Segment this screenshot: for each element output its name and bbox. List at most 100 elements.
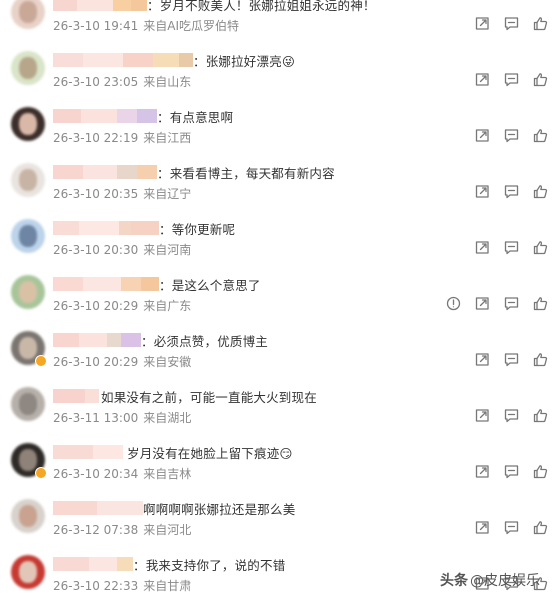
avatar[interactable] (11, 555, 45, 589)
comment-date: 26-3-10 20:35 (53, 187, 139, 201)
comment-meta: 26-3-12 07:38 来自河北 (53, 521, 191, 538)
comment-actions (461, 184, 548, 199)
comment-row: ：有点意思啊 26-3-10 22:19 来自江西 (0, 98, 554, 154)
comment-date: 26-3-10 22:33 (53, 579, 139, 593)
repost-icon[interactable] (475, 520, 490, 535)
report-icon[interactable] (446, 296, 461, 311)
repost-icon[interactable] (475, 16, 490, 31)
comment-row: ：必须点赞，优质博主 26-3-10 20:29 来自安徽 (0, 322, 554, 378)
avatar[interactable] (11, 107, 45, 141)
repost-icon[interactable] (475, 240, 490, 255)
like-icon[interactable] (533, 408, 548, 423)
comment-date: 26-3-10 20:30 (53, 243, 139, 257)
comment-actions (461, 464, 548, 479)
comment-row: ：来看看博主，每天都有新内容 26-3-10 20:35 来自辽宁 (0, 154, 554, 210)
avatar[interactable] (11, 51, 45, 85)
comment-actions (461, 240, 548, 255)
reply-icon[interactable] (504, 184, 519, 199)
avatar[interactable] (11, 163, 45, 197)
comment-meta: 26-3-11 13:00 来自湖北 (53, 409, 191, 426)
reply-icon[interactable] (504, 296, 519, 311)
like-icon[interactable] (533, 296, 548, 311)
username-redacted[interactable] (53, 221, 159, 235)
reply-icon[interactable] (504, 128, 519, 143)
comment-row: ：张娜拉好漂亮😜 26-3-10 23:05 来自山东 (0, 42, 554, 98)
comment-meta: 26-3-10 20:34 来自吉林 (53, 465, 191, 482)
comment-row: 岁月没有在她脸上留下痕迹😏 26-3-10 20:34 来自吉林 (0, 434, 554, 490)
comment-actions (461, 72, 548, 87)
comment-location: 来自江西 (143, 131, 192, 145)
like-icon[interactable] (533, 16, 548, 31)
comment-text: 岁月没有在她脸上留下痕迹😏 (127, 445, 293, 461)
repost-icon[interactable] (475, 464, 490, 479)
repost-icon[interactable] (475, 72, 490, 87)
username-redacted[interactable] (53, 0, 147, 11)
watermark-brand: 头条 (440, 573, 468, 589)
comment-location: 来自甘肃 (143, 579, 192, 593)
reply-icon[interactable] (504, 240, 519, 255)
reply-icon[interactable] (504, 352, 519, 367)
like-icon[interactable] (533, 240, 548, 255)
watermark-handle: @皮皮娱乐 (470, 573, 540, 589)
like-icon[interactable] (533, 520, 548, 535)
reply-icon[interactable] (504, 72, 519, 87)
username-redacted[interactable] (53, 333, 141, 347)
comment-actions (432, 296, 548, 311)
comment-actions (461, 408, 548, 423)
like-icon[interactable] (533, 72, 548, 87)
comment-meta: 26-3-10 20:35 来自辽宁 (53, 185, 191, 202)
comment-row: 如果没有之前，可能一直能大火到现在 26-3-11 13:00 来自湖北 (0, 378, 554, 434)
like-icon[interactable] (533, 128, 548, 143)
comment-location: 来自山东 (143, 75, 192, 89)
reply-icon[interactable] (504, 16, 519, 31)
like-icon[interactable] (533, 352, 548, 367)
comment-location: 来自AI吃瓜罗伯特 (143, 19, 239, 33)
comment-actions (461, 520, 548, 535)
avatar[interactable] (11, 387, 45, 421)
username-redacted[interactable] (53, 557, 133, 571)
username-redacted[interactable] (53, 53, 193, 67)
username-redacted[interactable] (53, 445, 123, 459)
comment-date: 26-3-10 23:05 (53, 75, 139, 89)
like-icon[interactable] (533, 184, 548, 199)
username-redacted[interactable] (53, 109, 157, 123)
comment-text: ：必须点赞，优质博主 (141, 333, 269, 349)
username-redacted[interactable] (53, 165, 157, 179)
username-redacted[interactable] (53, 501, 143, 515)
comment-text: ：等你更新呢 (159, 221, 236, 237)
reply-icon[interactable] (504, 464, 519, 479)
comment-actions (461, 128, 548, 143)
avatar[interactable] (11, 275, 45, 309)
comment-text: ：来看看博主，每天都有新内容 (157, 165, 335, 181)
avatar[interactable] (11, 0, 45, 29)
comment-meta: 26-3-10 20:30 来自河南 (53, 241, 191, 258)
reply-icon[interactable] (504, 520, 519, 535)
repost-icon[interactable] (475, 296, 490, 311)
comment-meta: 26-3-10 19:41 来自AI吃瓜罗伯特 (53, 17, 239, 34)
username-redacted[interactable] (53, 277, 159, 291)
username-redacted[interactable] (53, 389, 99, 403)
repost-icon[interactable] (475, 352, 490, 367)
comment-meta: 26-3-10 23:05 来自山东 (53, 73, 191, 90)
comment-row: 啊啊啊啊张娜拉还是那么美 26-3-12 07:38 来自河北 (0, 490, 554, 546)
comment-date: 26-3-10 19:41 (53, 19, 139, 33)
reply-icon[interactable] (504, 408, 519, 423)
comment-text: ：张娜拉好漂亮😜 (193, 53, 296, 69)
comment-meta: 26-3-10 20:29 来自广东 (53, 297, 191, 314)
avatar[interactable] (11, 219, 45, 253)
comment-text: ：有点意思啊 (157, 109, 234, 125)
comment-row: ：等你更新呢 26-3-10 20:30 来自河南 (0, 210, 554, 266)
repost-icon[interactable] (475, 128, 490, 143)
watermark: 头条 @皮皮娱乐 (440, 570, 540, 590)
comment-actions (461, 352, 548, 367)
comment-location: 来自湖北 (143, 411, 192, 425)
comment-text: ：岁月不败美人！张娜拉姐姐永远的神！ (147, 0, 376, 13)
comment-location: 来自河南 (143, 243, 192, 257)
avatar[interactable] (11, 499, 45, 533)
comment-text: ：是这么个意思了 (159, 277, 261, 293)
like-icon[interactable] (533, 464, 548, 479)
comment-meta: 26-3-10 22:33 来自甘肃 (53, 577, 191, 594)
repost-icon[interactable] (475, 184, 490, 199)
repost-icon[interactable] (475, 408, 490, 423)
comment-meta: 26-3-10 22:19 来自江西 (53, 129, 191, 146)
